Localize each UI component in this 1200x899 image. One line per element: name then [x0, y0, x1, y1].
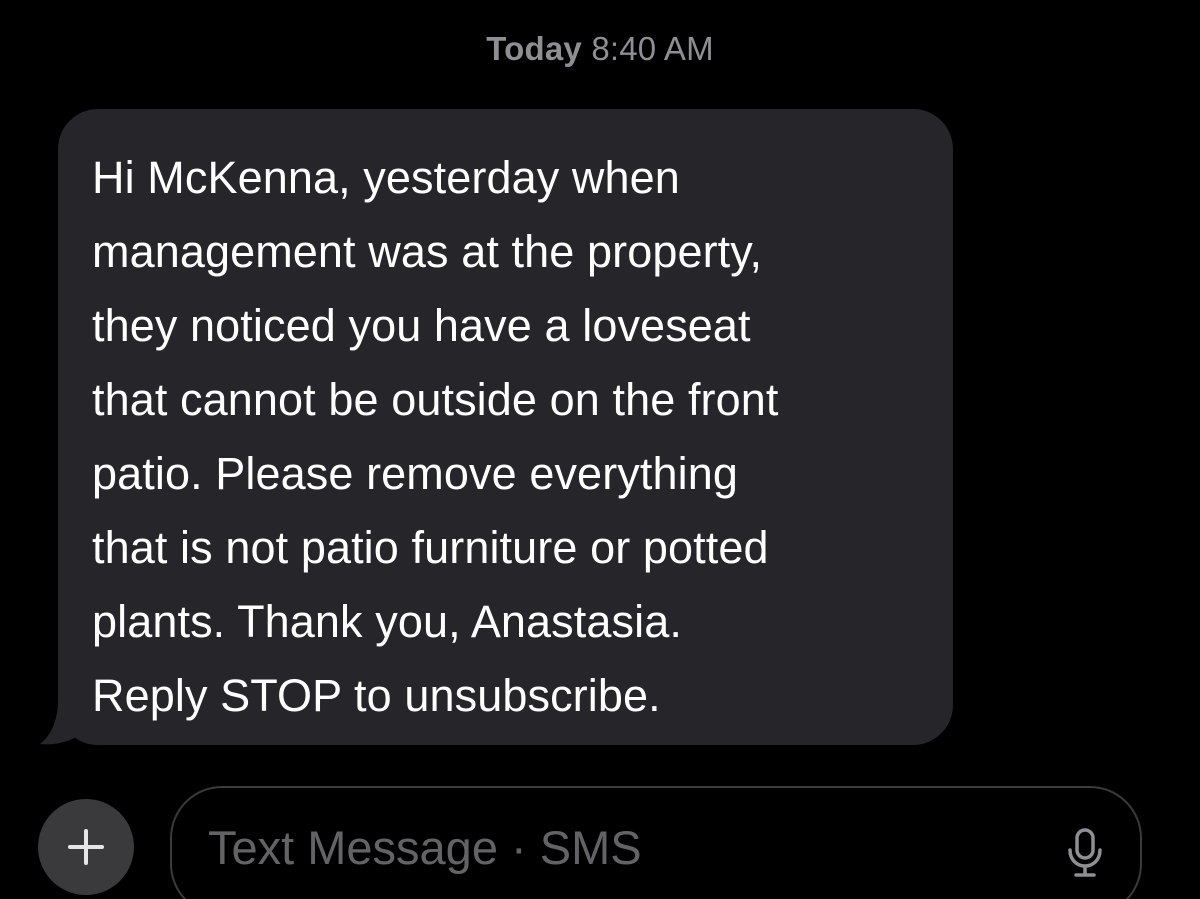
incoming-message-bubble[interactable]: Hi McKenna, yesterday when management wa… [58, 109, 953, 745]
message-line: Reply STOP to unsubscribe. [92, 670, 661, 721]
message-line: that is not patio furniture or potted [92, 522, 769, 573]
messages-screen: Today 8:40 AM Hi McKenna, yesterday when… [0, 0, 1200, 899]
microphone-icon[interactable] [1065, 828, 1105, 878]
message-line: Hi McKenna, yesterday when [92, 152, 680, 203]
timestamp-day: Today [486, 30, 582, 67]
plus-icon [68, 829, 104, 865]
message-line: that cannot be outside on the front [92, 374, 779, 425]
input-placeholder: Text Message · SMS [208, 821, 642, 874]
message-timestamp: Today 8:40 AM [0, 30, 1200, 68]
timestamp-time: 8:40 AM [591, 30, 714, 67]
message-line: management was at the property, [92, 226, 763, 277]
message-line: they noticed you have a loveseat [92, 300, 751, 351]
message-line: patio. Please remove everything [92, 448, 738, 499]
text-message-input[interactable]: Text Message · SMS [170, 786, 1142, 899]
add-attachment-button[interactable] [38, 799, 134, 895]
message-line: plants. Thank you, Anastasia. [92, 596, 682, 647]
